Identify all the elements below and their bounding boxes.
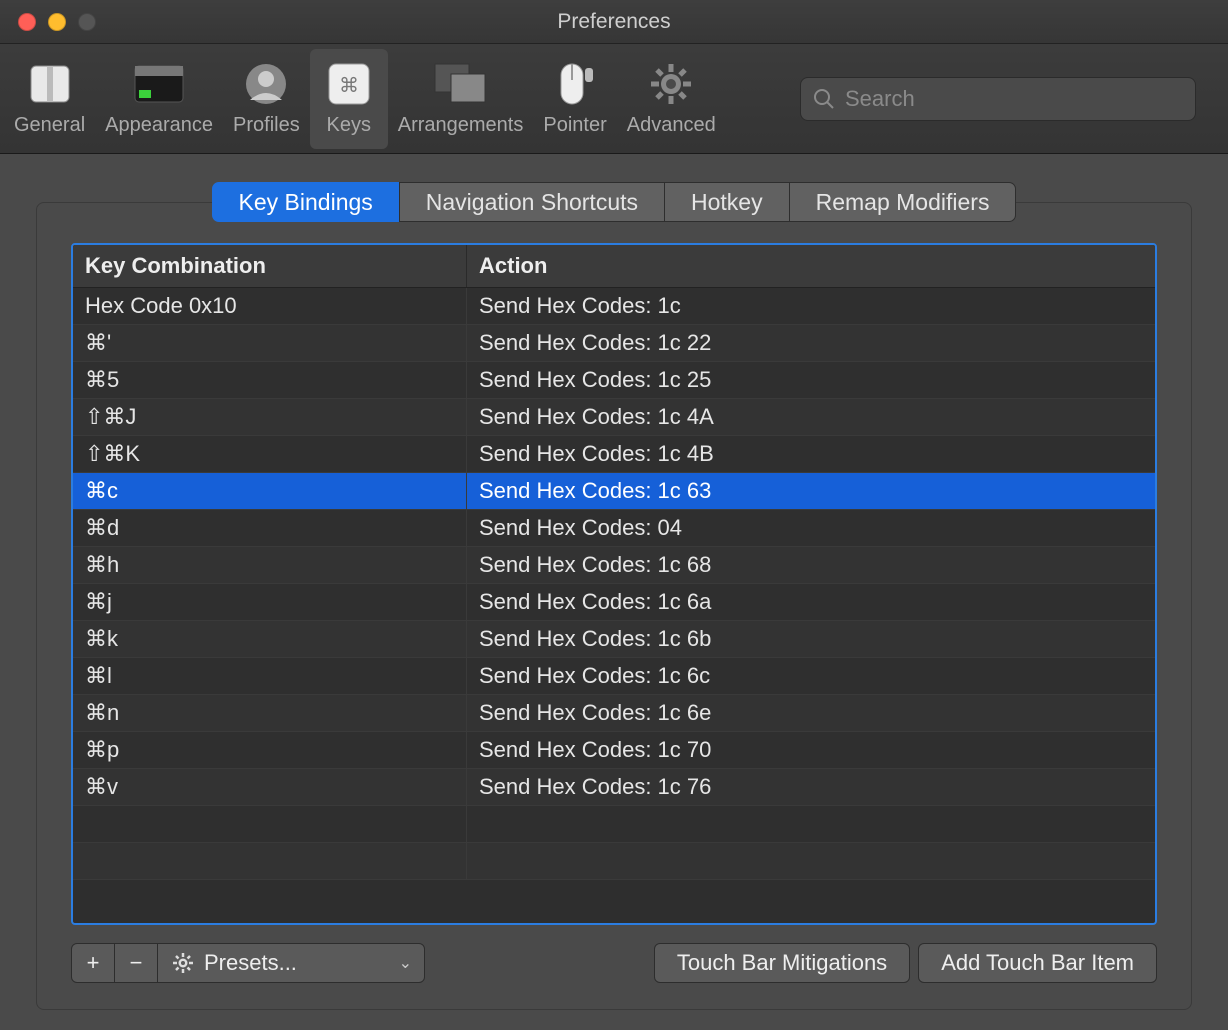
table-row[interactable]: ⌘nSend Hex Codes: 1c 6e (73, 695, 1155, 732)
table-row[interactable]: ⇧⌘JSend Hex Codes: 1c 4A (73, 399, 1155, 436)
table-row[interactable]: ⌘'Send Hex Codes: 1c 22 (73, 325, 1155, 362)
toolbar-tab-arrangements[interactable]: Arrangements (388, 49, 534, 149)
cell-key-combination: ⌘v (73, 769, 467, 805)
cell-action: Send Hex Codes: 1c 6e (467, 700, 1155, 726)
appearance-icon (130, 58, 188, 110)
cell-key-combination: ⇧⌘J (73, 399, 467, 435)
cell-action: Send Hex Codes: 1c 70 (467, 737, 1155, 763)
table-footer: + − Presets... ⌄ Touch Bar Mitigations A… (71, 941, 1157, 985)
remove-binding-button[interactable]: − (114, 943, 158, 983)
keys-icon: ⌘ (320, 58, 378, 110)
search-input[interactable] (845, 86, 1183, 112)
cell-action: Send Hex Codes: 04 (467, 515, 1155, 541)
cell-action: Send Hex Codes: 1c (467, 293, 1155, 319)
cell-action: Send Hex Codes: 1c 63 (467, 478, 1155, 504)
column-header-action[interactable]: Action (467, 245, 1155, 287)
minimize-window-button[interactable] (48, 13, 66, 31)
presets-dropdown[interactable]: Presets... ⌄ (157, 943, 425, 983)
cell-action: Send Hex Codes: 1c 6b (467, 626, 1155, 652)
cell-key-combination: ⌘' (73, 325, 467, 361)
toolbar-tab-general[interactable]: General (4, 49, 95, 149)
table-body: Hex Code 0x10Send Hex Codes: 1c⌘'Send He… (73, 288, 1155, 923)
subtab-hotkey[interactable]: Hotkey (664, 182, 790, 222)
subtab-remap-modifiers[interactable]: Remap Modifiers (789, 182, 1017, 222)
table-row[interactable]: Hex Code 0x10Send Hex Codes: 1c (73, 288, 1155, 325)
pointer-icon (546, 58, 604, 110)
cell-action: Send Hex Codes: 1c 6c (467, 663, 1155, 689)
gear-icon (172, 952, 194, 974)
cell-action: Send Hex Codes: 1c 22 (467, 330, 1155, 356)
cell-action: Send Hex Codes: 1c 4A (467, 404, 1155, 430)
table-row[interactable]: ⌘hSend Hex Codes: 1c 68 (73, 547, 1155, 584)
cell-key-combination: ⌘j (73, 584, 467, 620)
touch-bar-mitigations-button[interactable]: Touch Bar Mitigations (654, 943, 910, 983)
toolbar-tab-label: Appearance (105, 114, 213, 137)
table-row[interactable]: ⌘kSend Hex Codes: 1c 6b (73, 621, 1155, 658)
cell-key-combination: ⌘d (73, 510, 467, 546)
toolbar-tab-appearance[interactable]: Appearance (95, 49, 223, 149)
toolbar-tab-label: General (14, 114, 85, 137)
svg-text:⌘: ⌘ (339, 75, 359, 97)
close-window-button[interactable] (18, 13, 36, 31)
toolbar-tab-label: Advanced (627, 114, 716, 137)
table-row[interactable]: ⌘5Send Hex Codes: 1c 25 (73, 362, 1155, 399)
subtab-key-bindings[interactable]: Key Bindings (212, 182, 400, 222)
toolbar-tab-label: Pointer (543, 114, 606, 137)
toolbar-tab-profiles[interactable]: Profiles (223, 49, 310, 149)
cell-action: Send Hex Codes: 1c 6a (467, 589, 1155, 615)
toolbar-tab-pointer[interactable]: Pointer (533, 49, 616, 149)
subtab-navigation-shortcuts[interactable]: Navigation Shortcuts (399, 182, 665, 222)
cell-key-combination: ⌘l (73, 658, 467, 694)
cell-key-combination: ⌘h (73, 547, 467, 583)
profiles-icon (237, 58, 295, 110)
cell-action: Send Hex Codes: 1c 25 (467, 367, 1155, 393)
search-field[interactable] (800, 77, 1196, 121)
table-row[interactable]: ⌘pSend Hex Codes: 1c 70 (73, 732, 1155, 769)
chevron-down-icon: ⌄ (399, 953, 412, 973)
search-icon (813, 88, 835, 110)
key-subtabs: Key Bindings Navigation Shortcuts Hotkey… (36, 182, 1192, 222)
toolbar-tab-advanced[interactable]: Advanced (617, 49, 726, 149)
cell-key-combination: ⌘5 (73, 362, 467, 398)
cell-action: Send Hex Codes: 1c 4B (467, 441, 1155, 467)
advanced-icon (642, 58, 700, 110)
preferences-toolbar: General Appearance Profiles ⌘ Keys Arran… (0, 44, 1228, 154)
window-title: Preferences (557, 10, 670, 34)
toolbar-tab-label: Profiles (233, 114, 300, 137)
zoom-window-button[interactable] (78, 13, 96, 31)
toolbar-tab-keys[interactable]: ⌘ Keys (310, 49, 388, 149)
keys-pane: Key Bindings Navigation Shortcuts Hotkey… (0, 154, 1228, 1030)
table-row[interactable]: ⌘dSend Hex Codes: 04 (73, 510, 1155, 547)
column-header-key-combination[interactable]: Key Combination (73, 245, 467, 287)
cell-key-combination: ⌘p (73, 732, 467, 768)
cell-key-combination: ⌘c (73, 473, 467, 509)
table-row[interactable]: ⌘cSend Hex Codes: 1c 63 (73, 473, 1155, 510)
key-bindings-table[interactable]: Key Combination Action Hex Code 0x10Send… (71, 243, 1157, 925)
cell-key-combination: ⌘k (73, 621, 467, 657)
add-touch-bar-item-button[interactable]: Add Touch Bar Item (918, 943, 1157, 983)
table-row[interactable]: ⌘jSend Hex Codes: 1c 6a (73, 584, 1155, 621)
table-row[interactable]: ⇧⌘KSend Hex Codes: 1c 4B (73, 436, 1155, 473)
toolbar-tab-label: Arrangements (398, 114, 524, 137)
cell-key-combination: ⇧⌘K (73, 436, 467, 472)
arrangements-icon (432, 58, 490, 110)
table-row[interactable]: ⌘lSend Hex Codes: 1c 6c (73, 658, 1155, 695)
table-row-empty (73, 806, 1155, 843)
key-bindings-panel: Key Combination Action Hex Code 0x10Send… (36, 202, 1192, 1010)
titlebar: Preferences (0, 0, 1228, 44)
table-row[interactable]: ⌘vSend Hex Codes: 1c 76 (73, 769, 1155, 806)
window-controls (0, 13, 96, 31)
general-icon (21, 58, 79, 110)
cell-action: Send Hex Codes: 1c 68 (467, 552, 1155, 578)
cell-action: Send Hex Codes: 1c 76 (467, 774, 1155, 800)
cell-key-combination: ⌘n (73, 695, 467, 731)
presets-label: Presets... (204, 950, 297, 976)
toolbar-tab-label: Keys (327, 114, 371, 137)
table-row-empty (73, 843, 1155, 880)
table-header: Key Combination Action (73, 245, 1155, 288)
cell-key-combination: Hex Code 0x10 (73, 288, 467, 324)
add-binding-button[interactable]: + (71, 943, 115, 983)
